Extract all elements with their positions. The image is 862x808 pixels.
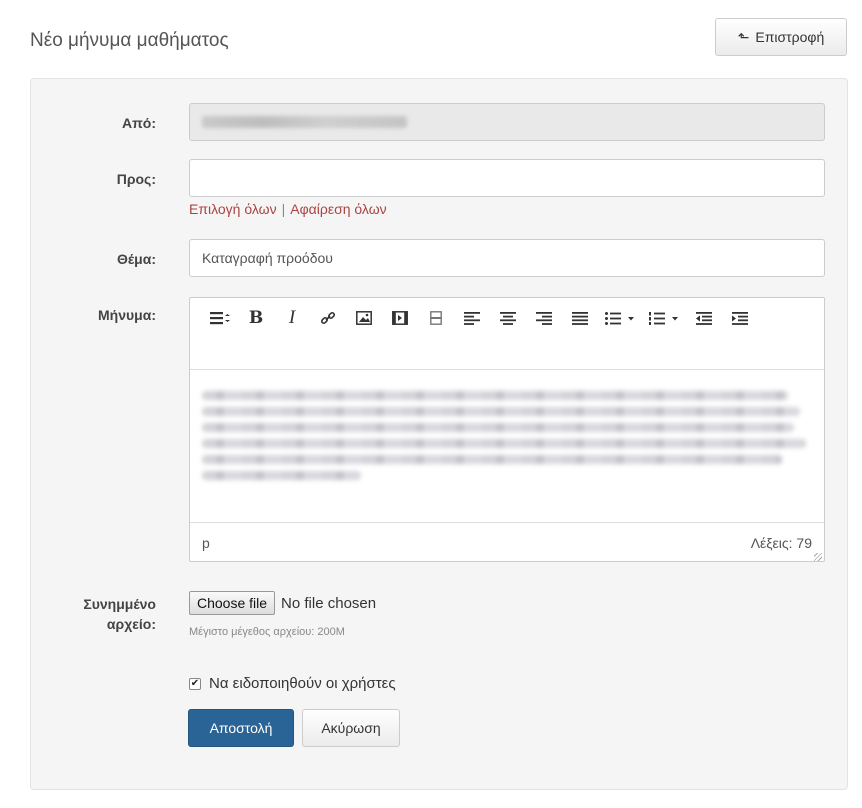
redacted-text-line: [202, 391, 788, 400]
media-icon[interactable]: [382, 304, 418, 332]
resize-handle-icon[interactable]: [814, 553, 822, 561]
remove-all-link[interactable]: Αφαίρεση όλων: [290, 201, 386, 217]
notify-users-option: ✔ Να ειδοποιηθούν οι χρήστες: [189, 675, 396, 692]
back-button-label: Επιστροφή: [755, 29, 825, 45]
recipient-links: Επιλογή όλων | Αφαίρεση όλων: [189, 201, 387, 217]
format-icon[interactable]: [202, 304, 238, 332]
align-left-icon[interactable]: [454, 304, 490, 332]
image-icon[interactable]: [346, 304, 382, 332]
attachment-label-line2: αρχείο:: [106, 616, 156, 632]
notify-users-label[interactable]: Να ειδοποιηθούν οι χρήστες: [209, 675, 396, 692]
redacted-text-line: [202, 423, 794, 432]
align-justify-icon[interactable]: [562, 304, 598, 332]
from-field: [189, 103, 825, 141]
outdent-icon[interactable]: [686, 304, 722, 332]
cancel-button[interactable]: Ακύρωση: [302, 709, 400, 747]
redacted-text-line: [202, 471, 361, 480]
file-input: Choose file No file chosen: [189, 591, 376, 615]
back-button[interactable]: ⬑ Επιστροφή: [715, 18, 847, 56]
max-file-size-hint: Μέγιστο μέγεθος αρχείου: 200M: [189, 626, 345, 638]
bold-icon[interactable]: B: [238, 304, 274, 332]
editor-statusbar: p Λέξεις: 79: [190, 522, 824, 563]
bullet-list-icon[interactable]: [598, 304, 642, 332]
page-title: Νέο μήνυμα μαθήματος: [30, 30, 229, 51]
notify-users-checkbox[interactable]: ✔: [189, 677, 201, 690]
editor-content-area[interactable]: [190, 370, 824, 522]
choose-file-button[interactable]: Choose file: [189, 591, 276, 615]
align-center-icon[interactable]: [490, 304, 526, 332]
redacted-text-line: [202, 455, 782, 464]
redacted-text-line: [202, 439, 806, 448]
message-editor: B I p Λέξεις: 79: [189, 297, 825, 562]
redacted-text-line: [202, 407, 800, 416]
indent-icon[interactable]: [722, 304, 758, 332]
subject-input[interactable]: Καταγραφή προόδου: [189, 239, 825, 277]
from-label: Από:: [121, 115, 156, 131]
numbered-list-icon[interactable]: [642, 304, 686, 332]
subject-label: Θέμα:: [116, 251, 156, 267]
to-label: Προς:: [116, 171, 156, 187]
template-icon[interactable]: [418, 304, 454, 332]
send-button[interactable]: Αποστολή: [188, 709, 294, 747]
select-all-link[interactable]: Επιλογή όλων: [189, 201, 277, 217]
element-path[interactable]: p: [202, 535, 210, 551]
align-right-icon[interactable]: [526, 304, 562, 332]
link-separator: |: [281, 201, 286, 217]
message-label: Μήνυμα:: [98, 307, 156, 323]
message-form-panel: Από: Προς: Επιλογή όλων | Αφαίρεση όλων Θέ…: [30, 78, 848, 790]
recipients-input[interactable]: [189, 159, 825, 197]
link-icon[interactable]: [310, 304, 346, 332]
attachment-label: Συνημμένο αρχείο:: [31, 594, 156, 634]
file-status: No file chosen: [281, 594, 377, 612]
sender-name-redacted: [202, 116, 407, 128]
editor-toolbar: B I: [190, 298, 824, 370]
reply-arrow-icon: ⬑: [737, 28, 750, 45]
word-count: Λέξεις: 79: [750, 535, 812, 551]
italic-icon[interactable]: I: [274, 304, 310, 332]
attachment-label-line1: Συνημμένο: [83, 596, 156, 612]
